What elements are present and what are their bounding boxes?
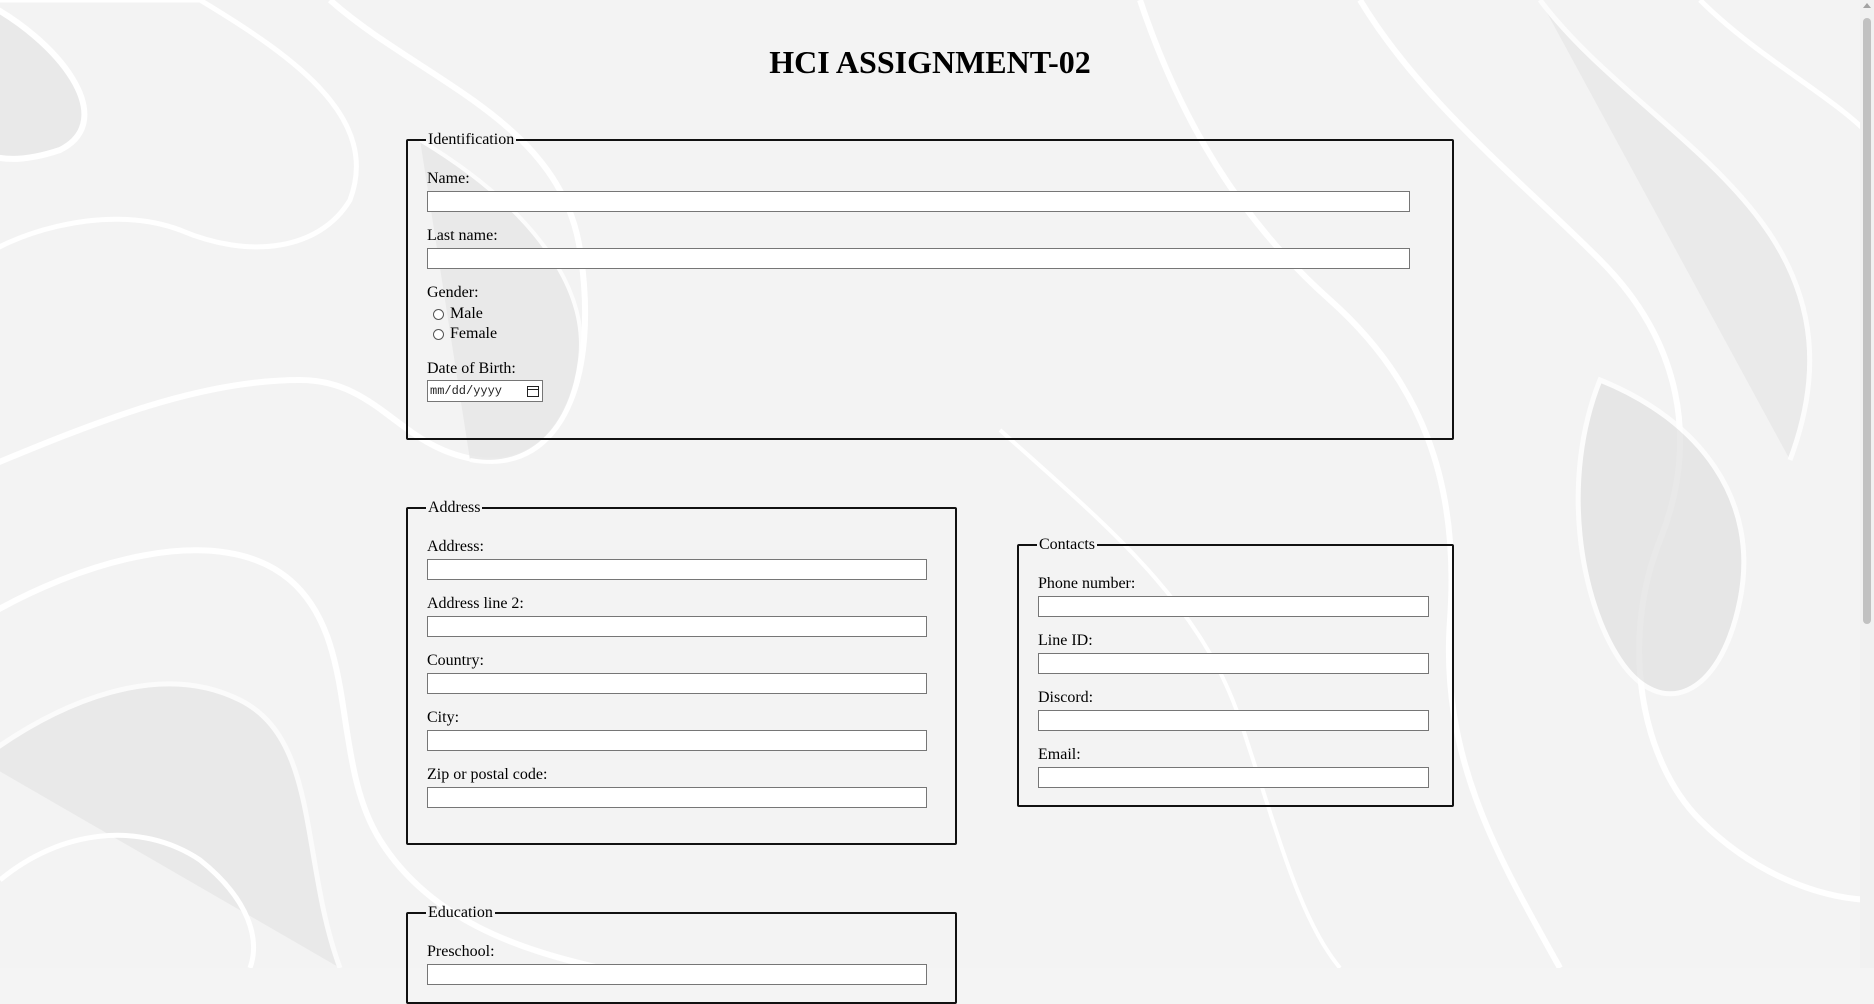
country-label: Country: bbox=[427, 652, 484, 669]
form-page: HCI ASSIGNMENT-02 Identification Name: L… bbox=[0, 0, 1874, 1004]
page-title: HCI ASSIGNMENT-02 bbox=[769, 44, 1091, 80]
email-label: Email: bbox=[1038, 746, 1081, 763]
identification-legend: Identification bbox=[428, 131, 515, 148]
address2-field: Address line 2: bbox=[427, 595, 927, 637]
male-radio[interactable] bbox=[433, 308, 444, 320]
discord-field: Discord: bbox=[1038, 689, 1429, 731]
lastname-field: Last name: bbox=[427, 227, 1410, 269]
gender-option-male[interactable]: Male bbox=[427, 304, 497, 324]
gender-field: Gender: Male Female bbox=[427, 284, 497, 344]
country-input[interactable] bbox=[427, 673, 927, 694]
phone-field: Phone number: bbox=[1038, 575, 1429, 617]
address-field: Address: bbox=[427, 538, 927, 580]
dob-input[interactable]: mm/dd/yyyy bbox=[427, 380, 543, 402]
lastname-input[interactable] bbox=[427, 248, 1410, 269]
zip-input[interactable] bbox=[427, 787, 927, 808]
name-field: Name: bbox=[427, 170, 1410, 212]
name-input[interactable] bbox=[427, 191, 1410, 212]
line-id-input[interactable] bbox=[1038, 653, 1429, 674]
city-field: City: bbox=[427, 709, 927, 751]
city-input[interactable] bbox=[427, 730, 927, 751]
country-field: Country: bbox=[427, 652, 927, 694]
preschool-input[interactable] bbox=[427, 964, 927, 985]
page-scrollbar[interactable] bbox=[1860, 0, 1874, 968]
scroll-up-arrow-icon[interactable] bbox=[1863, 3, 1871, 8]
city-label: City: bbox=[427, 709, 460, 726]
male-radio-label: Male bbox=[450, 305, 483, 322]
address2-input[interactable] bbox=[427, 616, 927, 637]
calendar-icon[interactable] bbox=[527, 385, 539, 397]
preschool-label: Preschool: bbox=[427, 943, 495, 960]
name-label: Name: bbox=[427, 170, 470, 187]
address-input[interactable] bbox=[427, 559, 927, 580]
dob-field: Date of Birth: mm/dd/yyyy bbox=[427, 360, 543, 402]
phone-label: Phone number: bbox=[1038, 575, 1136, 592]
discord-label: Discord: bbox=[1038, 689, 1094, 706]
education-legend: Education bbox=[428, 904, 493, 921]
dob-placeholder: mm/dd/yyyy bbox=[430, 384, 503, 398]
line-id-field: Line ID: bbox=[1038, 632, 1429, 674]
line-id-label: Line ID: bbox=[1038, 632, 1093, 649]
contacts-legend: Contacts bbox=[1039, 536, 1095, 553]
email-field: Email: bbox=[1038, 746, 1429, 788]
lastname-label: Last name: bbox=[427, 227, 498, 244]
phone-input[interactable] bbox=[1038, 596, 1429, 617]
address2-label: Address line 2: bbox=[427, 595, 524, 612]
email-input[interactable] bbox=[1038, 767, 1429, 788]
preschool-field: Preschool: bbox=[427, 943, 927, 985]
gender-option-female[interactable]: Female bbox=[427, 324, 497, 344]
address-legend: Address bbox=[428, 499, 481, 516]
address-label: Address: bbox=[427, 538, 484, 555]
dob-label: Date of Birth: bbox=[427, 360, 516, 377]
zip-field: Zip or postal code: bbox=[427, 766, 927, 808]
scrollbar-thumb[interactable] bbox=[1863, 18, 1871, 624]
female-radio-label: Female bbox=[450, 325, 498, 342]
gender-label: Gender: bbox=[427, 284, 479, 301]
female-radio[interactable] bbox=[433, 328, 444, 340]
discord-input[interactable] bbox=[1038, 710, 1429, 731]
zip-label: Zip or postal code: bbox=[427, 766, 548, 783]
